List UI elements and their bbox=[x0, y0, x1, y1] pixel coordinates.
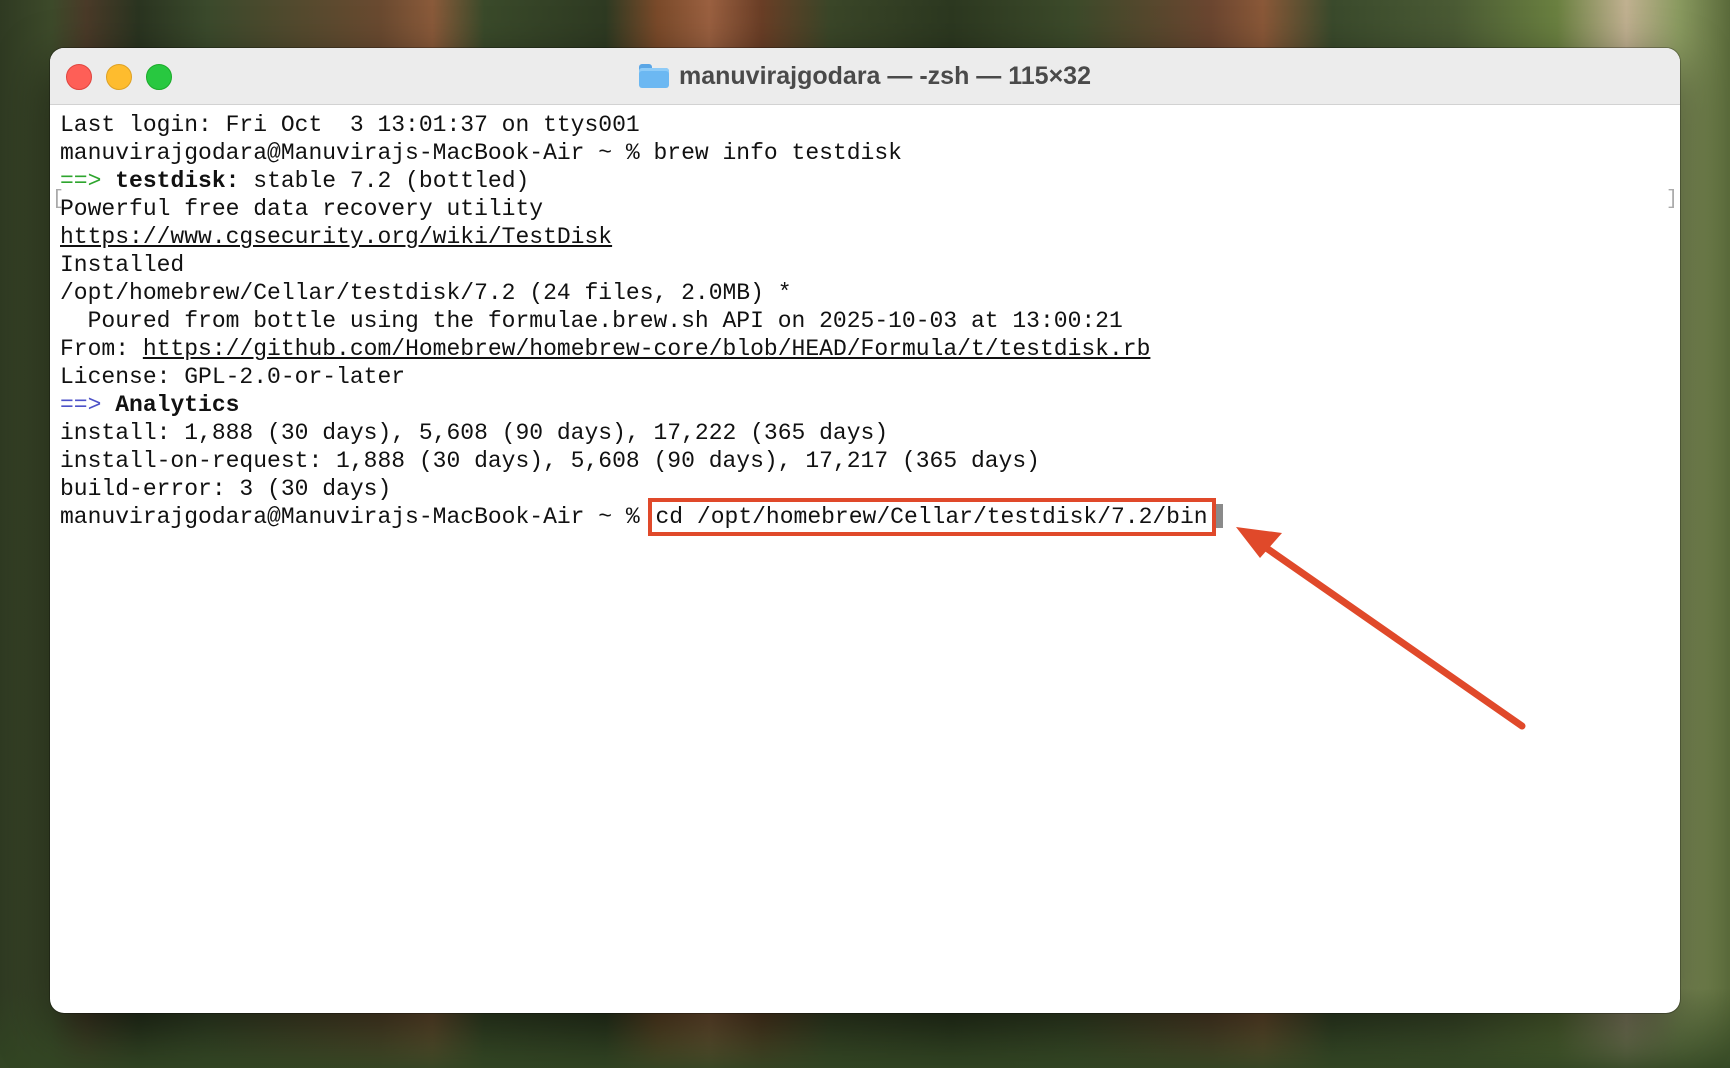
annotation-arrow-shaft bbox=[1258, 541, 1526, 730]
annotation-arrow bbox=[1236, 527, 1526, 730]
